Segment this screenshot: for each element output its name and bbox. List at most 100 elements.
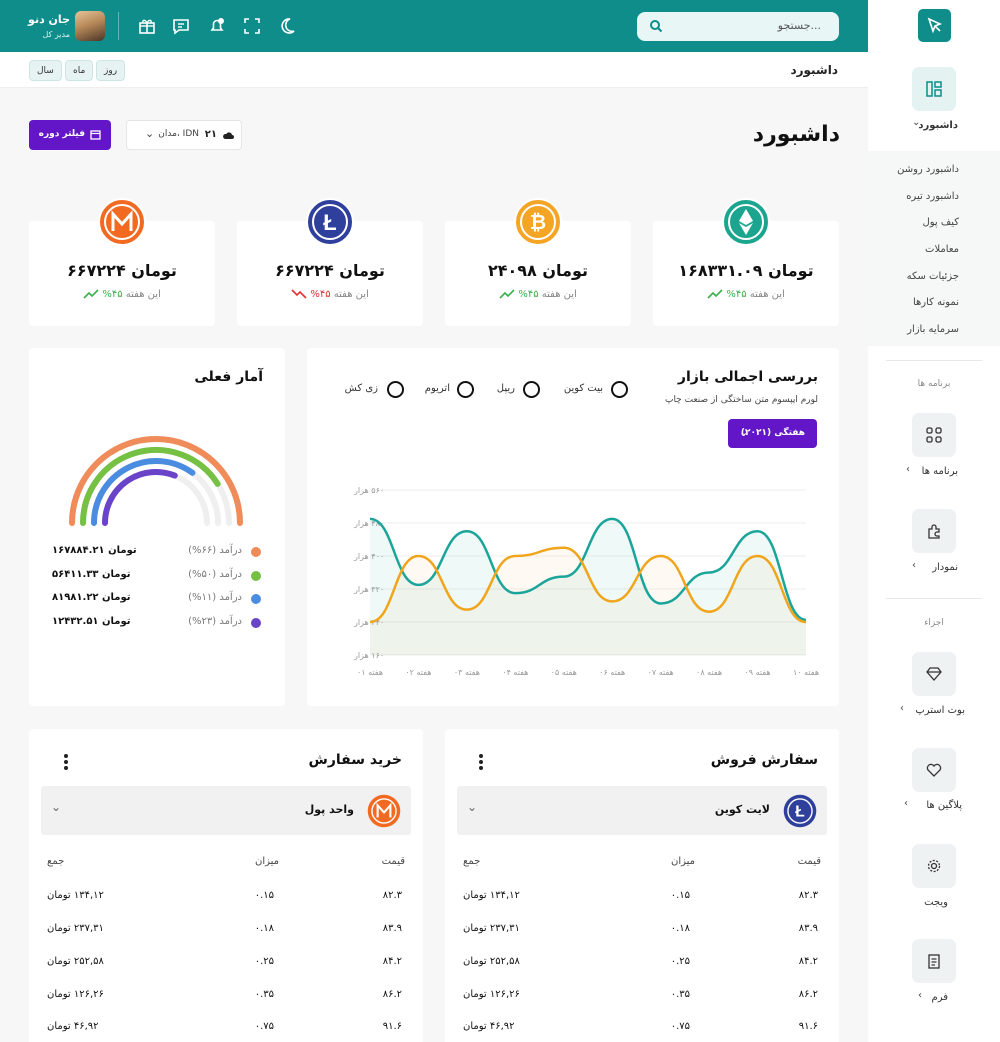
sidebar-section-apps: برنامه ها [917,379,951,389]
sidebar-item-chart[interactable]: نمودار [932,562,958,573]
radio-ripple[interactable] [523,381,540,398]
submenu-item[interactable]: داشبورد تیره [906,191,959,202]
sidebar-divider [886,360,982,361]
trend-up-icon [499,289,515,299]
chevron-left-icon: ‹ [904,798,908,809]
market-subtitle: لورم ایپسوم متن ساختگی از صنعت چاپ [664,395,818,405]
notification-bell-icon[interactable] [207,16,227,36]
price-cell: ۸۴.۲ [798,956,818,967]
buy-order-title: خرید سفارش [308,752,403,768]
amount-cell: ۰.۱۵ [254,890,274,901]
stat-period: این هفته [541,289,577,300]
stat-percent: ۴۵% [102,289,123,300]
stat-trend: این هفته ۴۵% [237,289,423,300]
submenu-item[interactable]: نمونه کارها [913,297,959,308]
search-box[interactable]: جستجو... [637,12,839,41]
x-tick-label: هفته ۰۶ [599,668,625,677]
sidebar-item-dashboard[interactable]: داشبورد [918,120,958,131]
period-month-button[interactable]: ماه [65,60,94,81]
logo[interactable] [918,9,951,42]
column-header-total: جمع [463,856,481,867]
chart-icon[interactable] [912,509,956,553]
column-header-amount: میزان [254,856,279,867]
more-options-icon[interactable] [479,754,483,770]
user-role: مدیر کل [42,30,70,39]
layout-icon [926,81,942,97]
x-tick-label: هفته ۰۸ [696,668,722,677]
price-cell: ۸۴.۲ [382,956,402,967]
chevron-left-icon: ‹ [918,990,922,1001]
stat-period: این هفته [125,289,161,300]
sidebar-item-form[interactable]: فرم [932,992,949,1003]
active-stat-label: درآمد (۵۰%) [188,569,242,580]
currency-select[interactable]: واحد پول ⌄ [41,786,411,835]
chevron-down-icon: ⌄ [145,127,155,140]
fullscreen-icon[interactable] [242,16,262,36]
x-tick-label: هفته ۰۴ [502,668,528,677]
submenu-item[interactable]: داشبورد روشن [897,164,959,175]
price-cell: ۸۶.۲ [382,989,402,1000]
column-header-price: قیمت [381,856,405,867]
submenu-item[interactable]: معاملات [925,244,959,255]
diamond-icon [926,667,942,681]
moon-icon[interactable] [277,16,297,36]
gift-icon[interactable] [137,16,157,36]
bootstrap-icon[interactable] [912,652,956,696]
monero-icon [367,794,401,828]
total-cell: ۴۶,۹۲ تومان [47,1021,99,1032]
stat-card-bitcoin: ₿ ۲۴۰۹۸ تومان این هفته ۴۵% [445,198,631,326]
more-options-icon[interactable] [64,754,68,770]
plugins-icon[interactable] [912,748,956,792]
radio-ethereum[interactable] [457,381,474,398]
active-stat-value: ۸۱۹۸۱.۲۲ تومان [52,592,131,603]
radial-progress-chart [69,436,243,526]
stat-amount: ۶۶۷۲۲۴ تومان [275,261,385,280]
search-icon [650,20,663,33]
chevron-left-icon: ‹ [900,703,904,714]
total-cell: ۱۲۶,۲۶ تومان [47,989,104,1000]
chat-icon[interactable] [171,16,191,36]
search-input[interactable]: جستجو... [778,19,821,32]
period-year-button[interactable]: سال [29,60,62,81]
sidebar-item-plugins[interactable]: پلاگین ها [926,800,962,811]
active-stat-label: درآمد (۱۱%) [188,592,242,603]
submenu-item[interactable]: جزئیات سکه [907,271,959,282]
avatar[interactable] [75,11,105,41]
active-stat-row: ۵۶۴۱۱.۳۳ تومان درآمد (۵۰%) [52,569,264,583]
active-stat-value: ۵۶۴۱۱.۳۳ تومان [52,569,131,580]
total-cell: ۲۵۲,۵۸ تومان [47,956,104,967]
active-stat-label: درآمد (۶۶%) [188,545,242,556]
stat-card-ethereum: ۱۶۸۳۳۱.۰۹ تومان این هفته ۴۵% [653,198,839,326]
y-tick-label: ۵۶۰ هزار [353,486,384,495]
dashboard-icon[interactable] [912,67,956,111]
x-tick-label: هفته ۱۰ [793,668,819,677]
price-cell: ۸۲.۳ [798,890,818,901]
active-stat-row: ۸۱۹۸۱.۲۲ تومان درآمد (۱۱%) [52,592,264,606]
apps-icon[interactable] [912,413,956,457]
active-stats-title: آمار فعلی [194,369,263,385]
weather-temp: ۲۱ [204,129,217,140]
weekly-dropdown-button[interactable]: هفتگی (۲۰۲۱) ⌄ [728,419,817,448]
cloud-icon [223,132,234,139]
chevron-left-icon: ‹ [912,560,916,571]
sidebar-item-apps[interactable]: برنامه ها [922,466,958,477]
widget-icon[interactable] [912,844,956,888]
amount-cell: ۰.۱۵ [670,890,690,901]
sidebar-item-widget[interactable]: ویجت [924,897,948,908]
filter-period-button[interactable]: فیلتر دوره [29,120,111,150]
submenu-item[interactable]: کیف پول [922,217,959,228]
sidebar-item-bootstrap[interactable]: بوت استرپ [915,705,965,716]
amount-cell: ۰.۲۵ [670,956,690,967]
x-tick-label: هفته ۰۵ [551,668,577,677]
radio-bitcoin[interactable] [611,381,628,398]
radio-zcash[interactable] [387,381,404,398]
bitcoin-icon: ₿ [514,198,562,246]
currency-select[interactable]: Ł لایت کوین ⌄ [457,786,827,835]
stat-period: این هفته [749,289,785,300]
stat-amount: ۲۴۰۹۸ تومان [487,261,588,280]
svg-text:Ł: Ł [323,210,336,235]
submenu-item[interactable]: سرمایه بازار [907,324,959,335]
period-day-button[interactable]: روز [96,60,126,81]
form-icon[interactable] [912,939,956,983]
weather-widget[interactable]: ۲۱ مدان، IDN ⌄ [126,120,242,150]
